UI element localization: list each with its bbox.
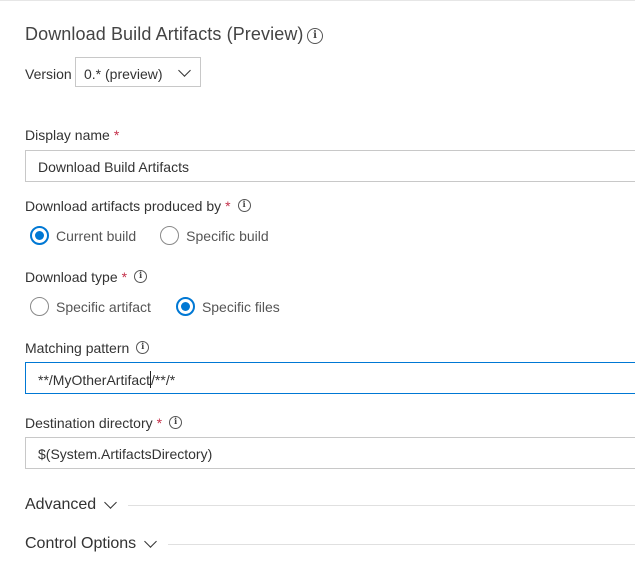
download-type-label: Download type * i	[25, 269, 148, 285]
radio-current-build[interactable]: Current build	[30, 226, 136, 245]
top-divider	[0, 0, 635, 1]
required-marker: *	[121, 269, 128, 285]
matching-pattern-value: **/MyOtherArtifact/**/*	[38, 371, 175, 388]
destination-input[interactable]: $(System.ArtifactsDirectory)	[25, 437, 635, 469]
required-marker: *	[225, 198, 231, 214]
pattern-text-before-cursor: **/MyOtherArtifact	[38, 372, 151, 388]
version-label: Version	[25, 66, 72, 82]
display-name-label: Display name *	[25, 127, 119, 143]
section-divider	[168, 543, 635, 545]
advanced-section-header[interactable]: Advanced	[25, 496, 635, 514]
pattern-text-after-cursor: /**/*	[151, 372, 176, 388]
radio-specific-files[interactable]: Specific files	[175, 297, 280, 316]
radio-specific-artifact[interactable]: Specific artifact	[30, 297, 151, 316]
section-divider	[128, 504, 635, 506]
task-title: Download Build Artifacts (Preview)	[25, 24, 304, 44]
chevron-down-icon	[144, 535, 158, 549]
chevron-down-icon	[178, 64, 191, 77]
display-name-input[interactable]: Download Build Artifacts	[25, 150, 635, 182]
chevron-down-icon	[104, 496, 118, 510]
control-options-section-header[interactable]: Control Options	[25, 535, 635, 553]
produced-by-radio-group: Current build Specific build	[30, 226, 269, 245]
display-name-value: Download Build Artifacts	[38, 159, 189, 175]
destination-label-text: Destination directory	[25, 415, 153, 431]
destination-label: Destination directory * i	[25, 415, 183, 431]
info-icon[interactable]: i	[307, 28, 323, 44]
matching-pattern-input[interactable]: **/MyOtherArtifact/**/*	[25, 362, 635, 394]
version-value: 0.* (preview)	[84, 66, 163, 82]
radio-label: Specific artifact	[56, 298, 151, 315]
advanced-section-title: Advanced	[25, 496, 97, 513]
info-icon[interactable]: i	[237, 198, 251, 212]
control-options-section-title: Control Options	[25, 535, 137, 552]
display-name-label-text: Display name	[25, 127, 110, 143]
produced-by-label: Download artifacts produced by * i	[25, 198, 251, 214]
matching-pattern-label: Matching pattern i	[25, 340, 150, 356]
destination-value: $(System.ArtifactsDirectory)	[38, 446, 213, 462]
info-icon[interactable]: i	[134, 269, 148, 283]
radio-label: Specific build	[186, 227, 269, 244]
required-marker: *	[156, 415, 163, 431]
download-type-radio-group: Specific artifact Specific files	[30, 297, 280, 316]
produced-by-label-text: Download artifacts produced by	[25, 198, 222, 214]
download-type-label-text: Download type	[25, 269, 118, 285]
info-icon[interactable]: i	[136, 340, 150, 354]
radio-selected-icon	[175, 297, 195, 316]
radio-specific-build[interactable]: Specific build	[160, 226, 269, 245]
radio-unselected-icon	[160, 226, 180, 245]
radio-selected-icon	[30, 226, 49, 245]
info-icon[interactable]: i	[169, 415, 183, 429]
version-dropdown[interactable]: 0.* (preview)	[75, 57, 201, 87]
radio-label: Current build	[56, 227, 137, 244]
required-marker: *	[113, 127, 120, 143]
radio-unselected-icon	[30, 297, 49, 316]
radio-label: Specific files	[201, 298, 280, 315]
matching-pattern-label-text: Matching pattern	[25, 340, 130, 356]
